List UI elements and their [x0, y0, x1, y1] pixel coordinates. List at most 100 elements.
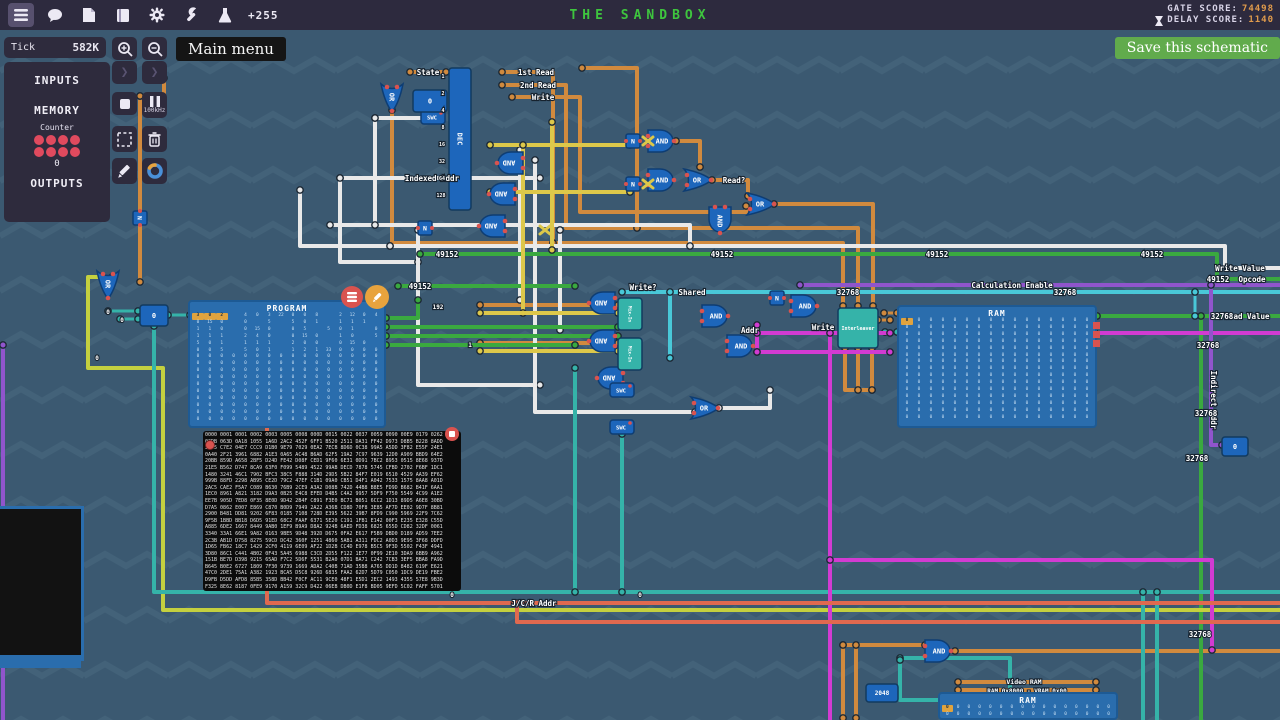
wire-junction[interactable]: [548, 246, 556, 254]
component-box[interactable]: 0: [139, 304, 169, 327]
wire-junction[interactable]: [666, 288, 674, 296]
wire-junction[interactable]: [666, 354, 674, 362]
wire-junction[interactable]: [571, 588, 579, 596]
wire-junction[interactable]: [498, 68, 506, 76]
component-box[interactable]: Interleaver: [837, 307, 879, 349]
wire-junction[interactable]: [371, 221, 379, 229]
zoom-out-button[interactable]: [142, 37, 167, 60]
wire-junction[interactable]: [519, 141, 527, 149]
settings-button[interactable]: [144, 3, 170, 27]
wire-junction[interactable]: [1092, 678, 1100, 686]
wire-junction[interactable]: [1153, 588, 1161, 596]
gate-n[interactable]: N: [624, 176, 642, 192]
loop-button[interactable]: [142, 158, 167, 184]
step-button[interactable]: ❯: [112, 61, 137, 84]
wire-junction[interactable]: [1208, 646, 1216, 654]
component-box[interactable]: Mix-In: [617, 337, 643, 371]
hex-panel-close-button[interactable]: [445, 427, 459, 441]
wire-junction[interactable]: [896, 656, 904, 664]
wire-junction[interactable]: [394, 282, 402, 290]
wire-junction[interactable]: [839, 714, 847, 720]
ram-panel[interactable]: RAM 000000000000000000000000000000000000…: [897, 305, 1097, 428]
component-box[interactable]: 0: [1221, 436, 1249, 457]
library-button[interactable]: [110, 3, 136, 27]
schematics-button[interactable]: [76, 3, 102, 27]
wire-junction[interactable]: [536, 174, 544, 182]
program-memory-panel[interactable]: PROGRAM 3 0 2 4 0 3 22 0 0 8 2 12 0 4 0 15 0 0 5 5 0 1 1 1 1 1 1 0 0…: [188, 300, 386, 428]
wire-junction[interactable]: [766, 386, 774, 394]
wire-junction[interactable]: [839, 641, 847, 649]
program-edit-button[interactable]: [365, 285, 389, 309]
wire-junction[interactable]: [796, 281, 804, 289]
wire-junction[interactable]: [686, 242, 694, 250]
wire-junction[interactable]: [618, 288, 626, 296]
wire-junction[interactable]: [476, 301, 484, 309]
program-save-button[interactable]: [341, 286, 363, 308]
wire-junction[interactable]: [696, 163, 704, 171]
lab-button[interactable]: [212, 3, 238, 27]
component-box[interactable]: Mix-In: [617, 297, 643, 331]
wire-junction[interactable]: [531, 156, 539, 164]
chat-button[interactable]: [42, 3, 68, 27]
wire-junction[interactable]: [1191, 312, 1199, 320]
edit-button[interactable]: [112, 158, 137, 184]
wire-junction[interactable]: [880, 309, 888, 317]
wire-junction[interactable]: [753, 348, 761, 356]
video-ram-panel[interactable]: RAM 00000000000000000000000000000000: [938, 692, 1118, 720]
wire-junction[interactable]: [1191, 288, 1199, 296]
wire-junction[interactable]: [954, 678, 962, 686]
wire-junction[interactable]: [868, 386, 876, 394]
wire-junction[interactable]: [386, 242, 394, 250]
tools-button[interactable]: [178, 3, 204, 27]
wire-junction[interactable]: [336, 174, 344, 182]
gate-n[interactable]: N: [132, 209, 148, 227]
wire-junction[interactable]: [406, 68, 414, 76]
fast-step-button[interactable]: ❯: [142, 61, 167, 84]
wire-junction[interactable]: [136, 278, 144, 286]
component-box[interactable]: DEC: [448, 67, 472, 211]
wire-junction[interactable]: [854, 386, 862, 394]
wire-junction[interactable]: [556, 226, 564, 234]
wire-junction[interactable]: [826, 556, 834, 564]
wire-junction[interactable]: [618, 588, 626, 596]
wire-junction[interactable]: [571, 341, 579, 349]
gate-n[interactable]: N: [768, 290, 786, 306]
wire-junction[interactable]: [476, 347, 484, 355]
wire-junction[interactable]: [886, 329, 894, 337]
wire-junction[interactable]: [371, 114, 379, 122]
wire-junction[interactable]: [508, 93, 516, 101]
zoom-in-button[interactable]: [112, 37, 137, 60]
delete-button[interactable]: [142, 126, 167, 152]
counter-dots[interactable]: [31, 135, 83, 157]
gate-swc[interactable]: SWC: [609, 419, 635, 435]
wire-junction[interactable]: [886, 316, 894, 324]
stop-button[interactable]: [112, 92, 137, 115]
wire-junction[interactable]: [886, 348, 894, 356]
tick-field[interactable]: Tick 582K: [4, 37, 106, 58]
gate-n[interactable]: N: [624, 133, 642, 149]
wire-junction[interactable]: [578, 64, 586, 72]
wire-junction[interactable]: [416, 250, 424, 258]
select-button[interactable]: [112, 126, 137, 152]
wire-junction[interactable]: [548, 118, 556, 126]
wire-junction[interactable]: [571, 364, 579, 372]
main-menu-button[interactable]: [8, 3, 34, 27]
wire-junction[interactable]: [486, 141, 494, 149]
save-schematic-button[interactable]: Save this schematic: [1114, 37, 1280, 59]
wire-junction[interactable]: [296, 186, 304, 194]
gate-n[interactable]: N: [416, 220, 434, 236]
wire-junction[interactable]: [414, 296, 422, 304]
wire-junction[interactable]: [498, 81, 506, 89]
wire-junction[interactable]: [476, 309, 484, 317]
wire-junction[interactable]: [1139, 588, 1147, 596]
wire-junction[interactable]: [0, 341, 7, 349]
wire-junction[interactable]: [326, 221, 334, 229]
component-box[interactable]: 2048: [865, 683, 899, 703]
wire-junction[interactable]: [852, 714, 860, 720]
wire-junction[interactable]: [852, 641, 860, 649]
pause-button[interactable]: 100kHz: [142, 92, 167, 118]
wire-junction[interactable]: [571, 282, 579, 290]
gate-swc[interactable]: SWC: [609, 382, 635, 398]
wire-junction[interactable]: [536, 381, 544, 389]
memory-hex-dump[interactable]: 0000 0001 0001 0002 0003 0005 0008 000D …: [203, 431, 461, 591]
